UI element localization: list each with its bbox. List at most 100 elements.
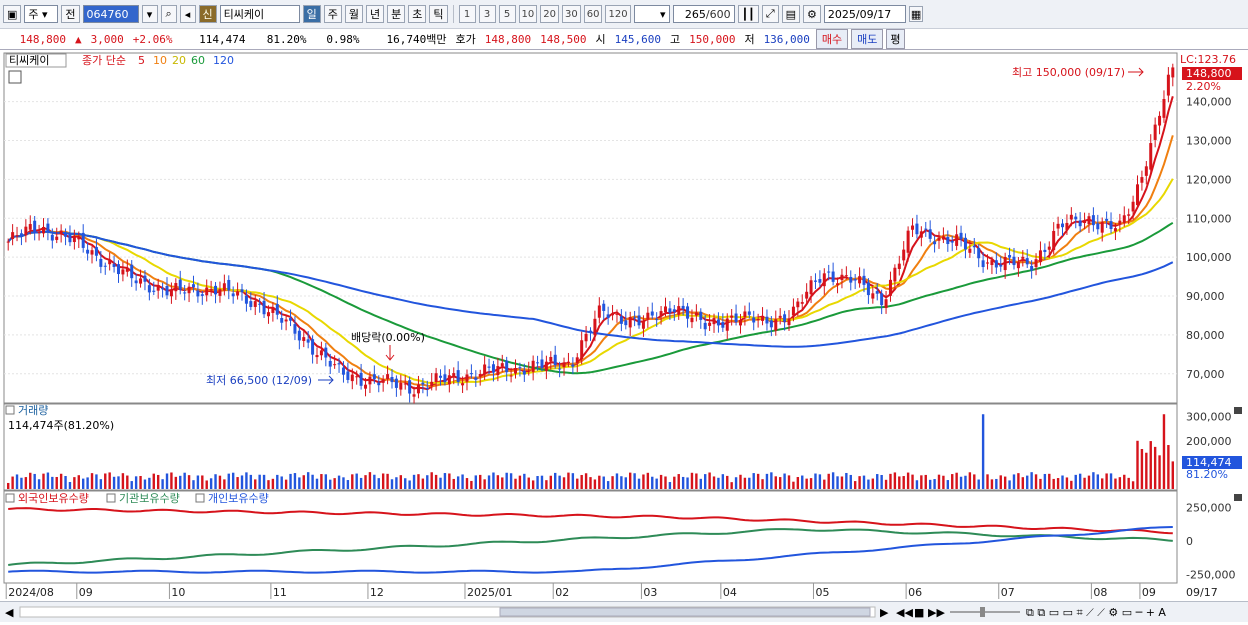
volume-bar [465,478,469,489]
minute-option[interactable]: 10 [518,5,538,23]
scroll-right-icon[interactable]: ▶ [880,606,889,619]
volume-bar [364,475,367,489]
candle-body [394,378,398,388]
volume-bar [496,475,500,489]
forward-icon[interactable]: ▶▶ [928,606,945,619]
speaker-icon[interactable]: ◂ [179,5,196,23]
volume-bar [29,472,32,489]
date-tick-label: 03 [643,586,657,599]
candle-body [911,225,915,230]
date-input[interactable]: 2025/09/17 [823,5,906,23]
candle-body [813,280,817,282]
volume-bar [284,479,288,489]
volume-bar [271,478,275,489]
candle-body [434,373,438,383]
prev-button[interactable]: 전 [61,5,80,23]
candle-body [1131,201,1135,212]
volume-bar [351,474,354,489]
volume-bar [1078,473,1082,489]
market-select[interactable]: 주 ▾ [24,5,59,23]
code-dropdown-icon[interactable]: ▾ [141,5,158,23]
volume-bar [377,478,380,489]
candle-body [888,279,892,296]
stock-code-input[interactable]: 064760 [82,5,139,23]
period-month[interactable]: 월 [344,5,364,23]
scroll-thumb[interactable] [499,607,871,617]
period-year[interactable]: 년 [366,5,385,23]
candle-body [1166,74,1170,96]
eval-button[interactable]: 평 [886,29,905,49]
candle-body [1074,216,1078,220]
minute-option[interactable]: 30 [562,5,581,23]
stop-icon[interactable]: ■ [914,606,924,619]
buy-button[interactable]: 매수 [815,29,849,49]
panel-close-icon[interactable] [1234,494,1242,501]
custom-period-dropdown[interactable]: ▾ [633,5,670,23]
volume-bar [1131,481,1135,489]
calculator-icon[interactable] [8,70,22,84]
volume-bar [1136,440,1139,489]
legend-stock-name: 티씨케이 [9,54,49,67]
volume-bar [179,475,182,489]
candle-body [677,306,681,315]
period-tick[interactable]: 틱 [429,5,448,23]
candle-body [24,226,28,236]
volume-bar [752,473,755,489]
minute-option[interactable]: 1 [458,5,476,23]
crosshair-icon[interactable]: ⤢ [761,5,779,23]
period-week[interactable]: 주 [323,5,342,23]
candle-body [443,374,447,383]
gear-icon[interactable]: ⚙ [803,5,821,23]
candle-body [6,241,10,243]
volume-bar [999,475,1002,489]
zoom-slider-handle[interactable] [980,607,985,617]
candle-body [641,321,645,329]
period-minute[interactable]: 분 [387,5,406,23]
candle-body [871,293,875,299]
horizontal-scrollbar[interactable]: ◀ ▶ ◀◀ ■ ▶▶ ⧉ ⧉ ▭ ▭ ⌗ ⟋ ⟋ ⚙ ▭ ─ + A [0,601,1248,622]
volume-bar [509,473,513,489]
candle-body [977,247,981,259]
minute-option[interactable]: 20 [540,5,559,23]
stock-name-field[interactable]: 티씨케이 [219,5,300,23]
period-second[interactable]: 초 [408,5,427,23]
candle-body [359,372,363,386]
sell-button[interactable]: 매도 [851,29,884,49]
volume-bar [549,475,552,489]
rewind-icon[interactable]: ◀◀ [896,606,913,619]
volume-bar [968,472,972,489]
stock-chart[interactable]: 140,000 130,000 120,000 110,000 100,000 90,00… [0,51,1248,603]
calendar-icon[interactable]: ▦ [908,6,924,22]
candle-body [1140,177,1144,183]
volume-bar [1140,448,1144,489]
minute-option[interactable]: 3 [478,5,496,23]
save-icon[interactable]: ▤ [781,5,801,23]
count-input[interactable]: 265/600 [672,5,735,23]
minute-option[interactable]: 5 [498,5,516,23]
minute-option[interactable]: 120 [605,5,631,23]
volume-bar [315,478,319,489]
volume-bar [192,480,195,489]
period-day[interactable]: 일 [302,5,321,23]
candle-body [496,366,500,376]
candle-body [293,324,297,334]
panel-close-icon[interactable] [1234,407,1242,414]
candle-body [637,315,641,326]
window-menu-icon[interactable]: ▣ [3,5,22,23]
candle-body [108,260,112,265]
volume-bar [571,473,575,489]
search-icon[interactable]: ⌕ [160,5,177,23]
scroll-left-icon[interactable]: ◀ [5,606,14,619]
candle-body [986,262,990,264]
price-tick-label: 140,000 [1186,96,1232,109]
candle-body [452,373,456,376]
volume-bar [20,477,23,489]
candle-body [1136,184,1140,206]
volume-bar [1171,461,1174,489]
date-tick-label: 2024/08 [8,586,54,599]
tool-icons[interactable]: ⧉ ⧉ ▭ ▭ ⌗ ⟋ ⟋ ⚙ ▭ ─ + A [1026,606,1166,619]
candle-body [1171,67,1175,78]
pct-tag: 2.20% [1186,80,1221,93]
minute-option[interactable]: 60 [583,5,603,23]
candle-type-icon[interactable]: ┃┃ [737,5,759,23]
